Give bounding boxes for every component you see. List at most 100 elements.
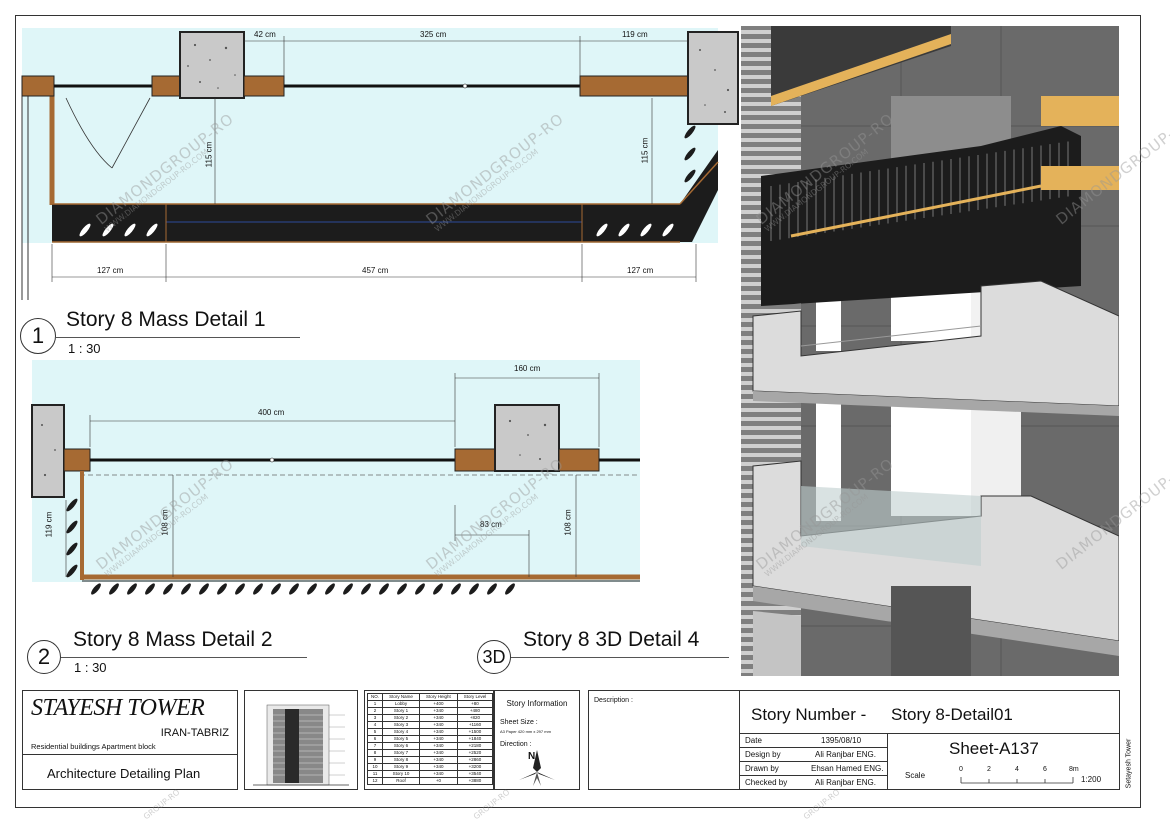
- louver-slat: [741, 417, 801, 421]
- story-table-header: NO. Story Name Story Height Story Level: [366, 693, 494, 701]
- scale-bar: [960, 777, 1074, 784]
- story-table-row: 7 Story 6 +340 +2180: [366, 742, 494, 750]
- louver-fin: [235, 583, 245, 595]
- detail1-dim-457: 457 cm: [362, 266, 389, 275]
- render-3d: [741, 26, 1119, 676]
- story-table-cell: +1160: [456, 721, 494, 729]
- direction-label: Direction :: [500, 741, 532, 748]
- detail4-number: 3D: [477, 640, 511, 674]
- louver-fin: [253, 583, 263, 595]
- story-table-cell: Story 9: [382, 763, 420, 771]
- story-table-cell: +340: [418, 749, 458, 757]
- description-label: Description :: [594, 697, 633, 704]
- story-table-row: 9 Story 8 +340 +2860: [366, 756, 494, 764]
- story-table-row: 3 Story 2 +340 +820: [366, 714, 494, 722]
- checked-value: Ali Ranjbar ENG.: [815, 778, 876, 787]
- north-label: N: [528, 751, 536, 762]
- detail2-dim-108-right: 108 cm: [563, 509, 573, 536]
- story-table-cell: 8: [366, 749, 384, 757]
- detail1-title: Story 8 Mass Detail 1: [66, 308, 266, 331]
- story-table-cell: +2180: [456, 742, 494, 750]
- louver-slat: [741, 426, 801, 430]
- detail1-dim-127-left: 127 cm: [97, 266, 124, 275]
- louver-fin: [199, 583, 209, 595]
- story-table-row: 12 Roof +0 +3880: [366, 777, 494, 785]
- story-table-cell: 1: [366, 700, 384, 708]
- louver-slat: [741, 138, 801, 142]
- louver-fin: [415, 583, 425, 595]
- story-table-cell: +2860: [456, 756, 494, 764]
- louver-fin: [127, 583, 137, 595]
- louver-fin: [487, 583, 497, 595]
- story-table-cell: +1840: [456, 735, 494, 743]
- story-table-cell: +340: [418, 756, 458, 764]
- story-table-cell: Story 5: [382, 735, 420, 743]
- detail2-title: Story 8 Mass Detail 2: [73, 628, 273, 651]
- louver-fin: [361, 583, 371, 595]
- louver-fin: [433, 583, 443, 595]
- louver-slat: [741, 147, 801, 151]
- scale-tick-8m: 8m: [1069, 766, 1079, 773]
- louver-slat: [741, 156, 801, 160]
- louver-fin: [379, 583, 389, 595]
- divider: [739, 775, 887, 776]
- detail2-dim-83: 83 cm: [480, 520, 502, 529]
- story-table-cell: +3880: [456, 777, 494, 785]
- story-table-cell: +480: [456, 707, 494, 715]
- louver-fin: [343, 583, 353, 595]
- story-table-row: 5 Story 4 +340 +1500: [366, 728, 494, 736]
- louver-fin: [163, 583, 173, 595]
- story-table-cell: 4: [366, 721, 384, 729]
- story-table-cell: 12: [366, 777, 384, 785]
- scale-tick-4: 4: [1015, 766, 1019, 773]
- scale-tick-6: 6: [1043, 766, 1047, 773]
- louver-slat: [741, 435, 801, 439]
- story-table-cell: +2520: [456, 749, 494, 757]
- louver-fin: [289, 583, 299, 595]
- design-value: Ali Ranjbar ENG.: [815, 750, 876, 759]
- th-no: NO.: [366, 693, 384, 701]
- story-table-row: 4 Story 3 +340 +1160: [366, 721, 494, 729]
- story-table-cell: 10: [366, 763, 384, 771]
- story-table-cell: +340: [418, 728, 458, 736]
- side-text: Setayesh Tower: [1125, 738, 1133, 789]
- sheet-number: Sheet-A137: [949, 739, 1039, 758]
- louver-fin: [217, 583, 227, 595]
- louver-slat: [741, 120, 801, 124]
- story-table-cell: Story 2: [382, 714, 420, 722]
- story-table-cell: Story 1: [382, 707, 420, 715]
- story-table-cell: +340: [418, 735, 458, 743]
- detail2-dim-108-left: 108 cm: [160, 509, 170, 536]
- divider: [739, 761, 887, 762]
- story-table-cell: +340: [418, 742, 458, 750]
- story-table-row: 11 Story 10 +340 +3540: [366, 770, 494, 778]
- story-table-row: 1 Lobby +400 +80: [366, 700, 494, 708]
- title-block-left: STAYESH TOWER IRAN-TABRIZ Residential bu…: [22, 690, 238, 790]
- story-table-cell: Story 3: [382, 721, 420, 729]
- story-table-cell: +1500: [456, 728, 494, 736]
- story-table-cell: 3: [366, 714, 384, 722]
- detail2-number: 2: [27, 640, 61, 674]
- story-table-cell: 11: [366, 770, 384, 778]
- sheet-size-label: Sheet Size :: [500, 719, 538, 726]
- story-table-cell: +340: [418, 714, 458, 722]
- story-table-cell: +400: [418, 700, 458, 708]
- building-thumbnail: [244, 690, 358, 790]
- drawn-value: Ehsan Hamed ENG.: [811, 764, 884, 773]
- story-table-cell: +340: [418, 707, 458, 715]
- story-table-cell: Story 7: [382, 749, 420, 757]
- detail1-underline: [56, 337, 300, 338]
- story-table-cell: Story 8: [382, 756, 420, 764]
- story-table-cell: +3200: [456, 763, 494, 771]
- detail1-number: 1: [20, 318, 56, 354]
- story-table-cell: 2: [366, 707, 384, 715]
- detail1-dim-115-left: 115 cm: [204, 141, 214, 168]
- detail2-underline: [61, 657, 307, 658]
- detail4-title: Story 8 3D Detail 4: [523, 628, 700, 651]
- story-table-cell: 9: [366, 756, 384, 764]
- story-table-row: 10 Story 9 +340 +3200: [366, 763, 494, 771]
- louver-fin: [397, 583, 407, 595]
- th-story-name: Story Name: [382, 693, 420, 701]
- story-table-cell: +820: [456, 714, 494, 722]
- story-table-row: 2 Story 1 +340 +480: [366, 707, 494, 715]
